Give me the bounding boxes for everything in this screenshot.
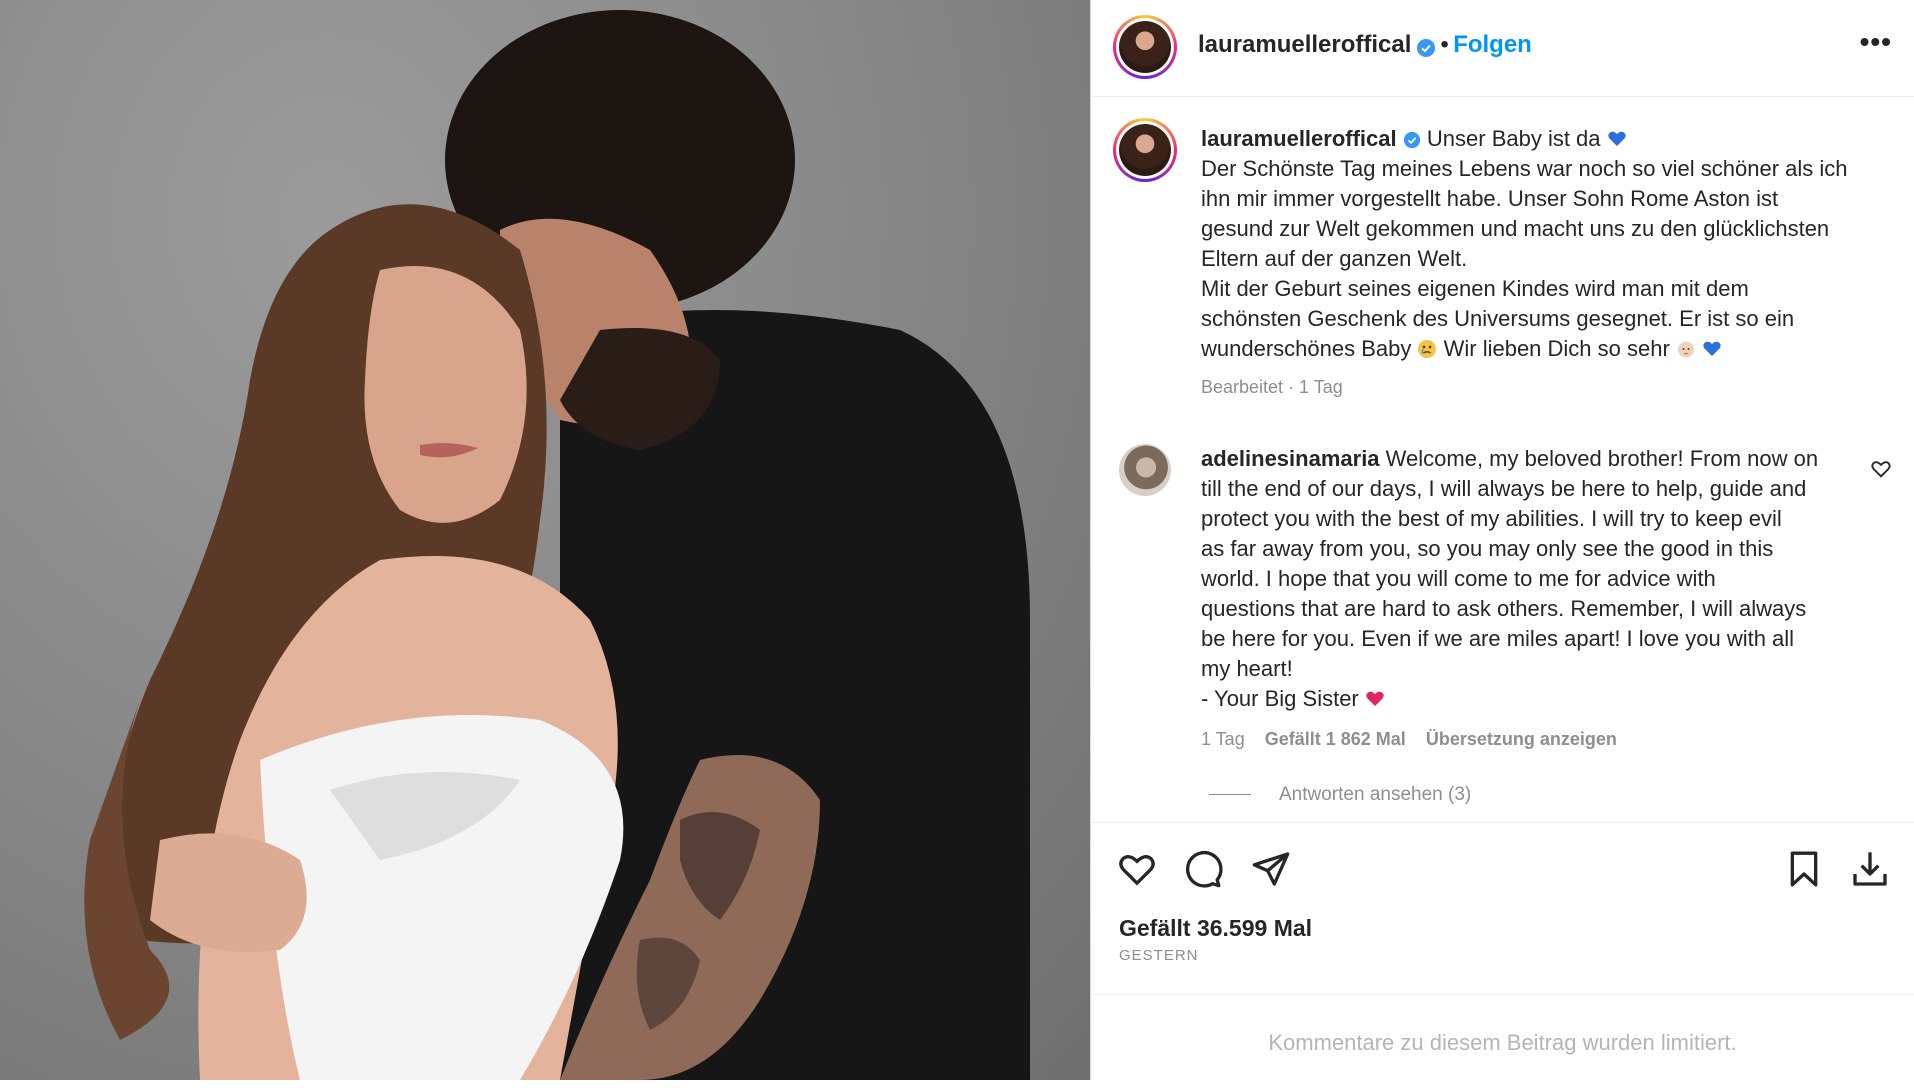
verified-badge-icon	[1416, 38, 1435, 57]
verified-badge-icon	[1403, 132, 1420, 149]
share-icon[interactable]	[1251, 849, 1291, 889]
commenter-avatar[interactable]	[1119, 444, 1171, 496]
caption-headline: Unser Baby ist da	[1426, 126, 1601, 151]
caption-line: Eltern auf der ganzen Welt.	[1201, 246, 1468, 271]
caption-line: wunderschönes Baby	[1201, 336, 1412, 361]
follow-button[interactable]: Folgen	[1453, 31, 1532, 58]
blue-heart-emoji	[1608, 131, 1626, 146]
crying-face-emoji	[1418, 340, 1437, 358]
more-options-icon[interactable]: •••	[1860, 26, 1892, 58]
like-heart-icon[interactable]	[1117, 849, 1157, 889]
comment-likes[interactable]: Gefällt 1 862 Mal	[1265, 729, 1406, 749]
comment-line: be here for you. Even if we are miles ap…	[1201, 626, 1795, 651]
post-header: lauramuelleroffical • Folgen •••	[1091, 0, 1914, 97]
header-user-line: lauramuelleroffical • Folgen	[1198, 31, 1532, 59]
comment-line: till the end of our days, I will always …	[1201, 476, 1807, 501]
caption-line: Der Schönste Tag meines Lebens war noch …	[1201, 156, 1848, 181]
post-likes-count[interactable]: Gefällt 36.599 Mal	[1119, 915, 1312, 942]
comments-limited-notice: Kommentare zu diesem Beitrag wurden limi…	[1091, 994, 1914, 1081]
replies-divider	[1209, 794, 1251, 796]
instagram-post-view: lauramuelleroffical • Folgen ••• lauramu…	[0, 0, 1914, 1080]
view-replies-button[interactable]: Antworten ansehen (3)	[1209, 784, 1471, 806]
caption-line: schönsten Geschenk des Universums gesegn…	[1201, 306, 1795, 331]
caption-line: Mit der Geburt seines eigenen Kindes wir…	[1201, 276, 1749, 301]
translate-link[interactable]: Übersetzung anzeigen	[1426, 729, 1617, 749]
comment-icon[interactable]	[1183, 849, 1223, 889]
author-username[interactable]: lauramuelleroffical	[1198, 31, 1411, 58]
comment-time[interactable]: 1 Tag	[1201, 729, 1245, 749]
caption-line: gesund zur Welt gekommen und macht uns z…	[1201, 216, 1830, 241]
caption-author-username[interactable]: lauramuelleroffical	[1201, 126, 1397, 151]
comment-text: adelinesinamaria Welcome, my beloved bro…	[1201, 444, 1871, 754]
action-bar: Gefällt 36.599 Mal GESTERN	[1091, 822, 1914, 1003]
author-avatar[interactable]	[1113, 15, 1177, 79]
caption-meta: Bearbeitet · 1 Tag	[1201, 377, 1343, 397]
caption-author-avatar[interactable]	[1113, 118, 1177, 182]
comment-meta: 1 Tag Gefällt 1 862 Mal Übersetzung anze…	[1201, 724, 1871, 754]
comment-line: my heart!	[1201, 656, 1293, 681]
red-heart-emoji	[1366, 691, 1384, 706]
caption-line: Wir lieben Dich so sehr	[1443, 336, 1670, 361]
commenter-username[interactable]: adelinesinamaria	[1201, 446, 1380, 471]
couple-photo-illustration	[84, 10, 1030, 1080]
baby-emoji	[1677, 341, 1694, 358]
caption-text: lauramuelleroffical Unser Baby ist da De…	[1201, 124, 1871, 402]
view-replies-label: Antworten ansehen (3)	[1279, 784, 1472, 805]
post-photo[interactable]	[0, 0, 1090, 1080]
caption-line: ihn mir immer vorgestellt habe. Unser So…	[1201, 186, 1779, 211]
comment-line: Welcome, my beloved brother! From now on	[1379, 446, 1819, 471]
comment-signature: - Your Big Sister	[1201, 686, 1359, 711]
header-separator: •	[1440, 31, 1449, 58]
comment-line: world. I hope that you will come to me f…	[1201, 566, 1716, 591]
download-icon[interactable]	[1850, 849, 1890, 889]
post-side-panel: lauramuelleroffical • Folgen ••• lauramu…	[1090, 0, 1914, 1080]
comment-line: questions that are hard to ask others. R…	[1201, 596, 1807, 621]
post-date: GESTERN	[1119, 947, 1199, 964]
bookmark-icon[interactable]	[1784, 849, 1824, 889]
blue-heart-emoji	[1703, 341, 1721, 356]
small-heart-icon[interactable]	[1870, 458, 1892, 480]
comment-line: as far away from you, so you may only se…	[1201, 536, 1774, 561]
comment-line: protect you with the best of my abilitie…	[1201, 506, 1782, 531]
